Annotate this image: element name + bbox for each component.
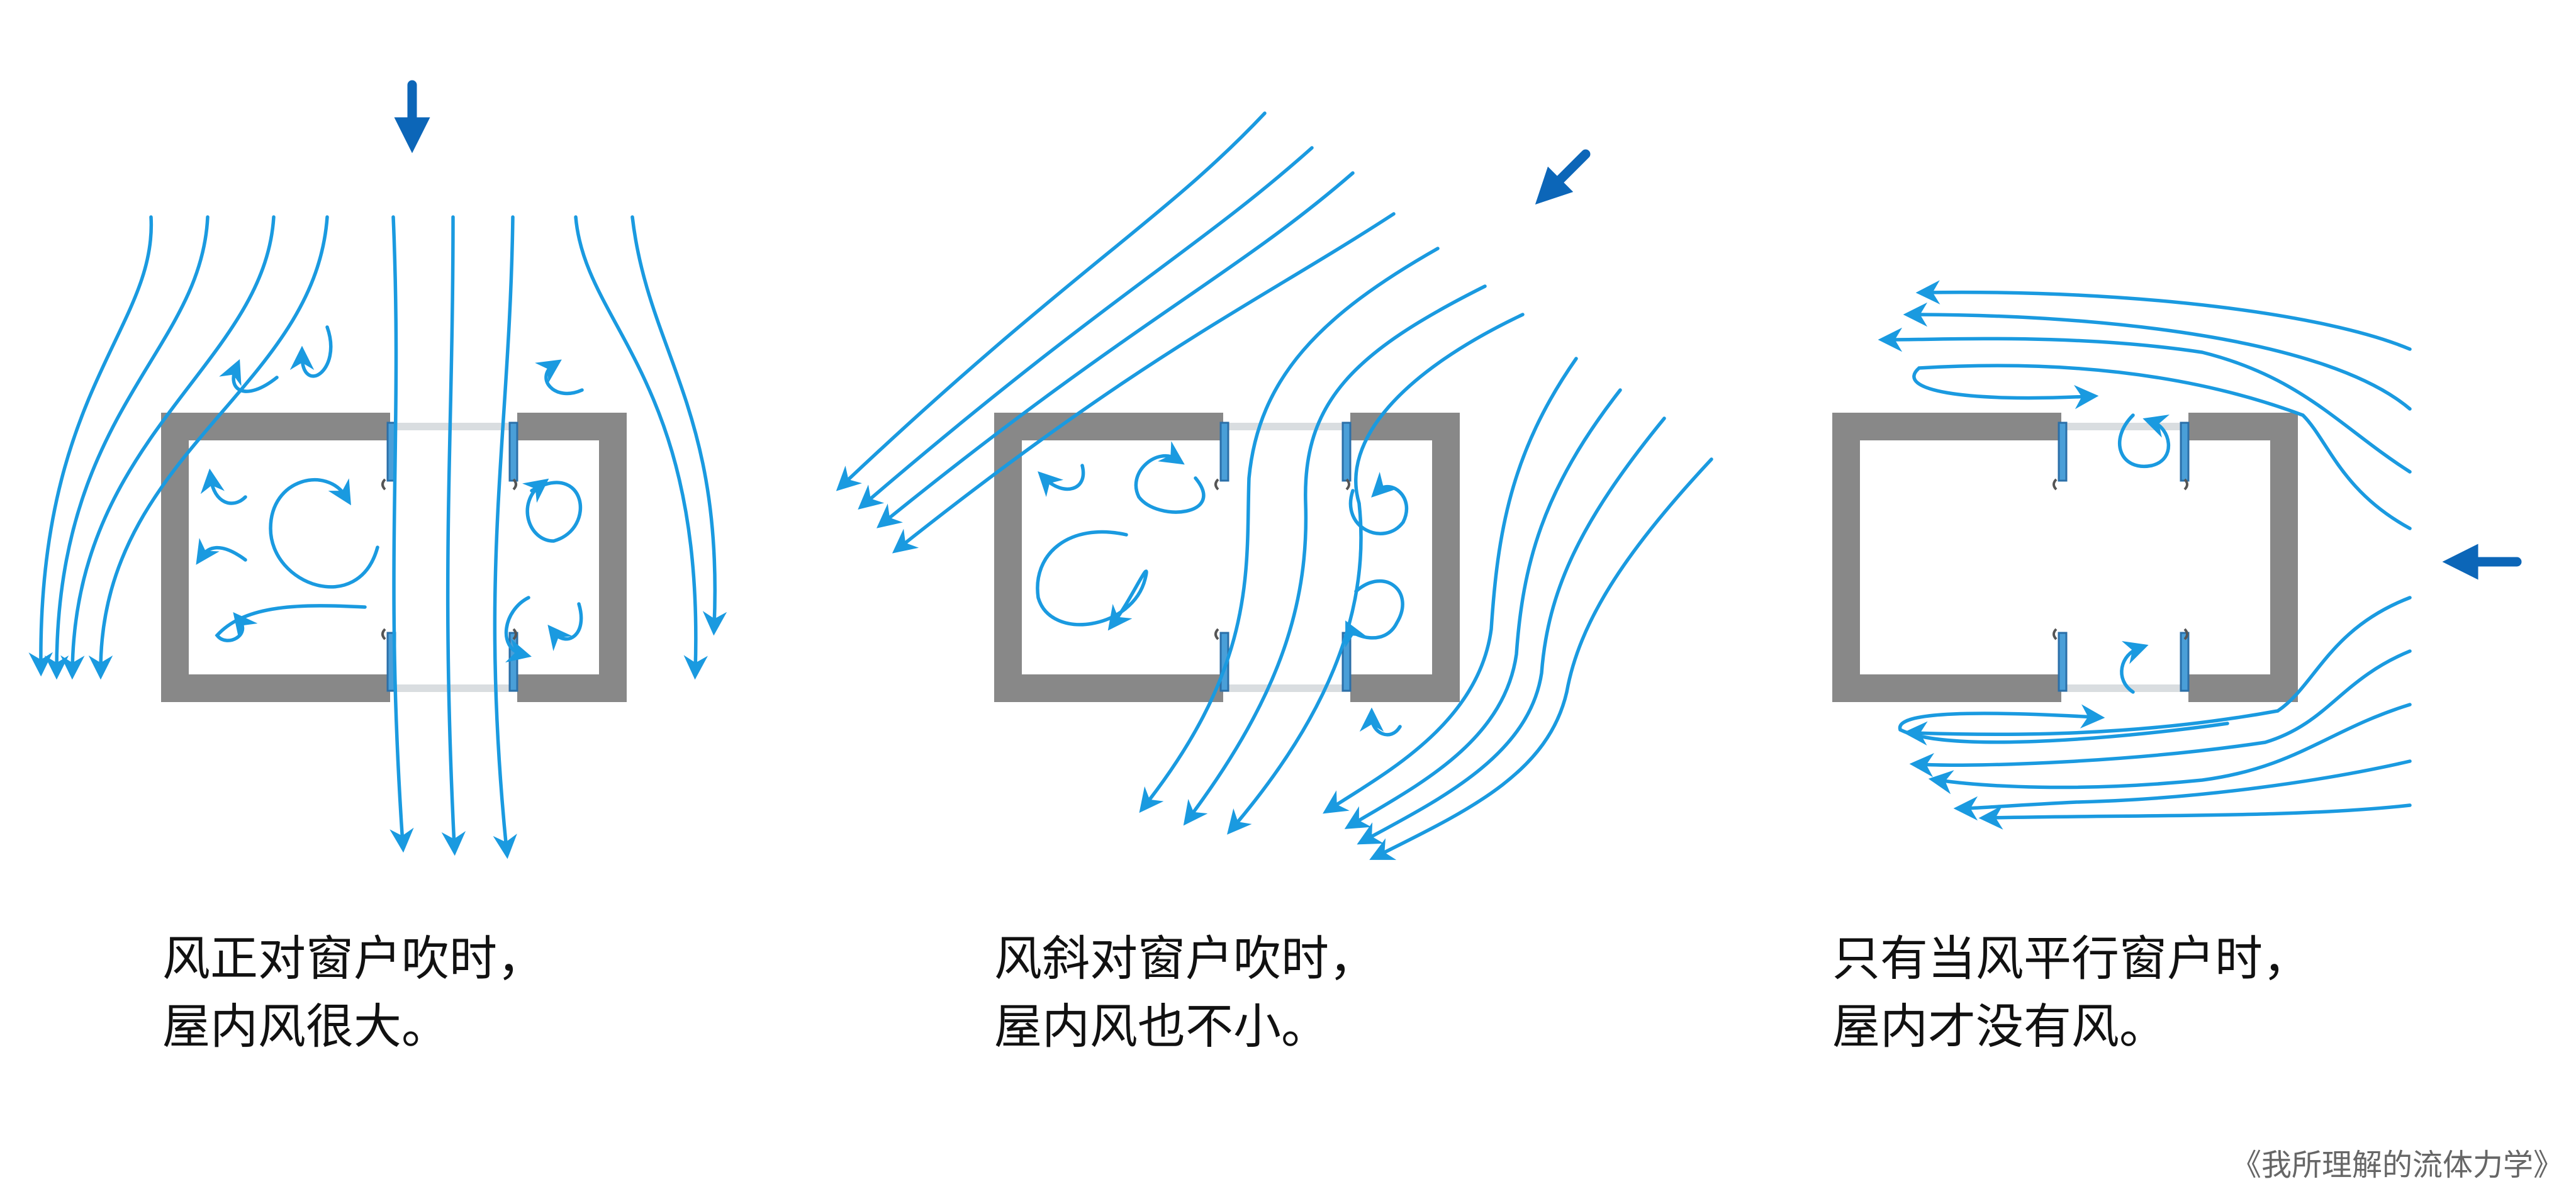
streamlines-panel-2 (836, 111, 1713, 860)
caption-line-1: 风正对窗户吹时， (162, 930, 545, 986)
caption-line-1: 风斜对窗户吹时， (994, 930, 1377, 986)
source-credit: 《我所理解的流体力学》 (2231, 1147, 2563, 1183)
panel-1-head-on (28, 80, 727, 859)
wind-direction-arrow-icon (1535, 149, 1591, 205)
caption-line-2: 屋内才没有风。 (1832, 998, 2167, 1054)
caption-panel-1: 风正对窗户吹时， 屋内风很大。 (162, 925, 545, 1061)
streamlines-panel-3 (1878, 280, 2412, 830)
caption-line-1: 只有当风平行窗户时， (1832, 930, 2310, 986)
window-top (1214, 421, 1352, 491)
panel-3-parallel (1832, 280, 2522, 830)
caption-panel-2: 风斜对窗户吹时， 屋内风也不小。 (994, 925, 1377, 1061)
caption-line-2: 屋内风很大。 (162, 998, 449, 1054)
panel-2-diagonal (836, 111, 1713, 860)
caption-line-2: 屋内风也不小。 (994, 998, 1329, 1054)
window-bottom (2052, 628, 2190, 692)
caption-panel-3: 只有当风平行窗户时， 屋内才没有风。 (1832, 925, 2310, 1061)
